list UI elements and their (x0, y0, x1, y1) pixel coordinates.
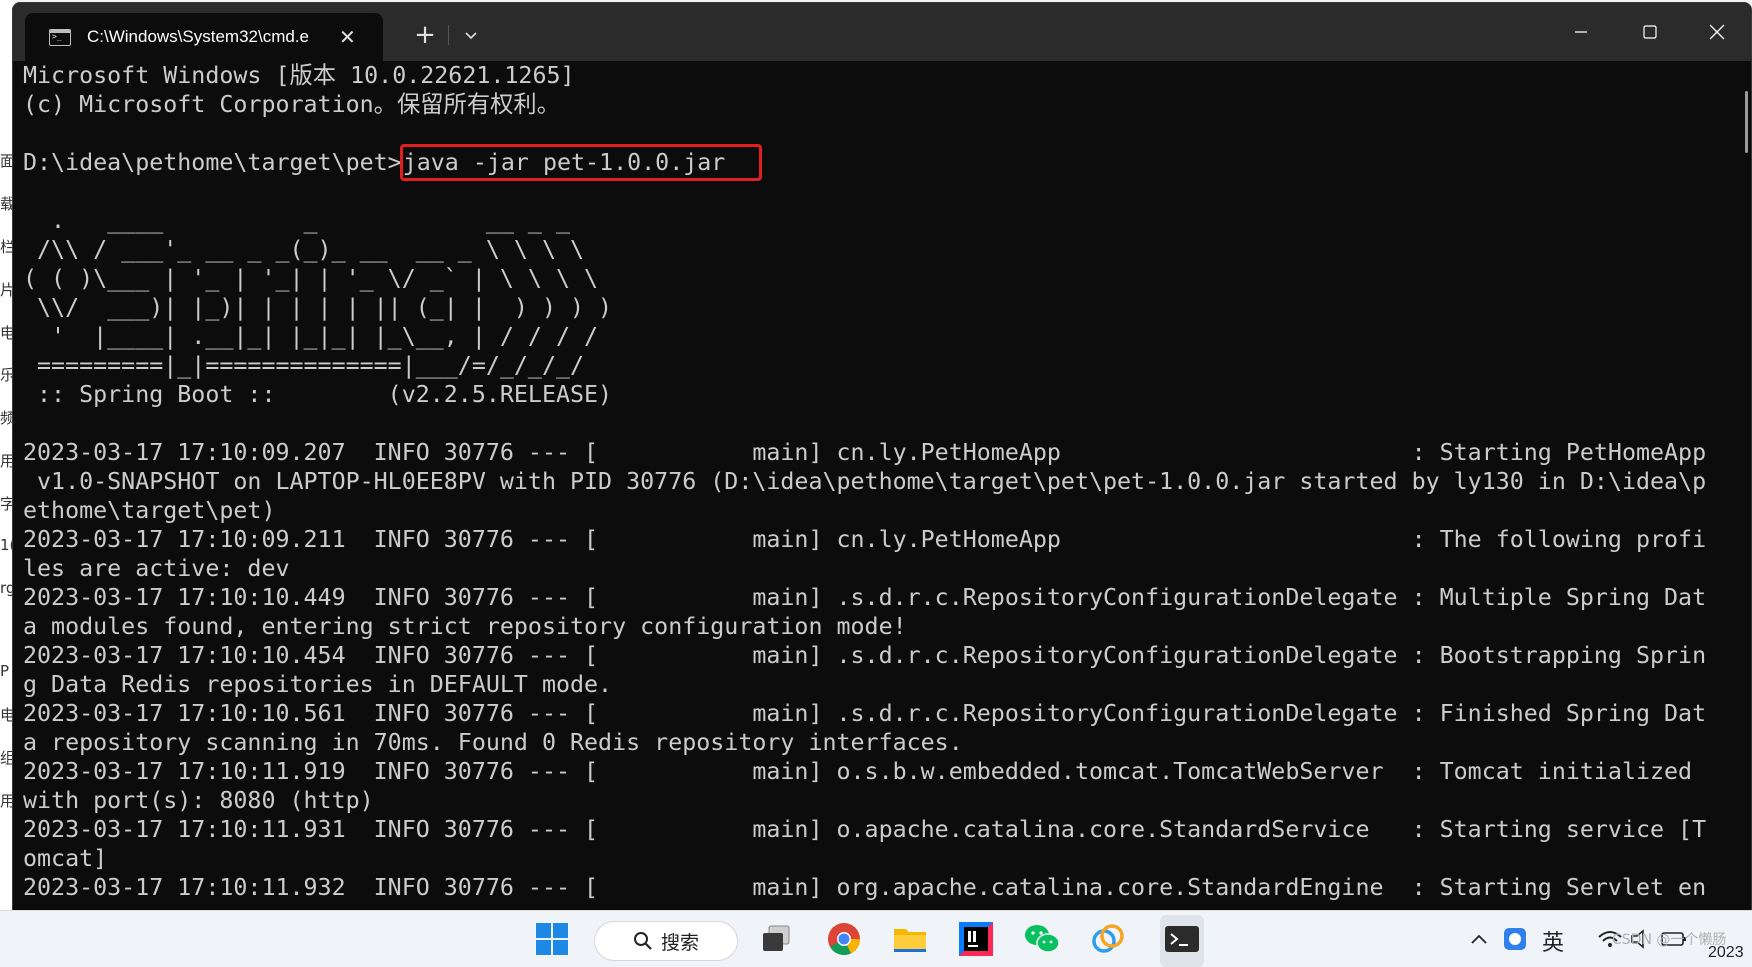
app-taskbar-button[interactable] (1086, 919, 1130, 959)
log-line: a modules found, entering strict reposit… (23, 613, 907, 640)
maximize-button[interactable] (1616, 3, 1684, 61)
terminal-output[interactable]: Microsoft Windows [版本 10.0.22621.1265] (c… (13, 61, 1727, 911)
tab-cmd[interactable]: C:\Windows\System32\cmd.e ✕ (25, 13, 383, 61)
task-view-button[interactable] (754, 919, 798, 959)
log-line: 2023-03-17 17:10:11.931 INFO 30776 --- [… (23, 816, 1707, 843)
banner-line: ' |____| .__|_| |_|_| |_\__, | / / / / (23, 323, 599, 350)
task-view-icon (763, 925, 790, 951)
terminal-icon (1165, 926, 1199, 952)
windows-start-icon (536, 923, 568, 955)
log-line: with port(s): 8080 (http) (23, 787, 374, 814)
banner-line: :: Spring Boot :: (v2.2.5.RELEASE) (23, 381, 613, 408)
log-line: 2023-03-17 17:10:09.207 INFO 30776 --- [… (23, 439, 1707, 466)
file-explorer-button[interactable] (888, 919, 932, 959)
close-icon (1709, 24, 1725, 40)
search-label: 搜索 (660, 931, 699, 954)
log-line: v1.0-SNAPSHOT on LAPTOP-HL0EE8PV with PI… (23, 468, 1707, 495)
terminal-line: (c) Microsoft Corporation。保留所有权利。 (23, 91, 561, 118)
ime-indicator[interactable]: 英 (1542, 925, 1564, 957)
scrollbar-thumb[interactable] (1745, 91, 1748, 153)
show-hidden-icons-button[interactable] (1466, 919, 1492, 959)
log-line: a repository scanning in 70ms. Found 0 R… (23, 729, 963, 756)
command-line: D:\idea\pethome\target\pet>java -jar pet… (23, 144, 1727, 181)
terminal-window[interactable]: C:\Windows\System32\cmd.e ✕ + Microso (12, 2, 1752, 912)
log-line: 2023-03-17 17:10:10.449 INFO 30776 --- [… (23, 584, 1707, 611)
tab-dropdown-button[interactable] (453, 17, 489, 53)
taskbar-search[interactable]: 搜索 (594, 921, 738, 961)
minimize-button[interactable] (1547, 3, 1615, 61)
wechat-button[interactable] (1020, 919, 1064, 959)
new-tab-button[interactable]: + (405, 17, 445, 53)
folder-icon (894, 929, 926, 952)
chrome-taskbar-button[interactable] (822, 919, 866, 959)
wechat-icon (1025, 925, 1060, 953)
tab-title: C:\Windows\System32\cmd.e (87, 27, 310, 46)
taskbar-clock[interactable]: 2023 (1708, 944, 1744, 962)
terminal-text[interactable]: Microsoft Windows [版本 10.0.22621.1265] (c… (13, 61, 1727, 902)
terminal-line: Microsoft Windows [版本 10.0.22621.1265] (23, 62, 575, 89)
search-icon (633, 932, 652, 950)
minimize-icon (1575, 31, 1587, 33)
intellij-button[interactable] (954, 919, 998, 959)
chevron-up-icon (1471, 934, 1487, 944)
scrollbar[interactable] (1727, 61, 1751, 911)
highlighted-command: java -jar pet-1.0.0.jar (399, 144, 763, 181)
log-line: 2023-03-17 17:10:11.932 INFO 30776 --- [… (23, 874, 1707, 901)
tab-divider (448, 25, 449, 45)
close-button[interactable] (1683, 3, 1751, 61)
maximize-icon (1643, 25, 1657, 39)
tab-close-icon[interactable]: ✕ (339, 25, 356, 49)
terminal-taskbar-button[interactable] (1160, 915, 1204, 967)
intellij-icon (959, 922, 993, 956)
title-bar[interactable]: C:\Windows\System32\cmd.e ✕ + (13, 3, 1751, 61)
app-icon (1092, 924, 1124, 953)
log-line: ethome\target\pet) (23, 497, 276, 524)
chrome-icon (828, 923, 860, 955)
banner-line: /\\ / ___'_ __ _ _(_)_ __ __ _ \ \ \ \ (23, 236, 585, 263)
tray-app-button[interactable] (1500, 919, 1530, 959)
banner-line: =========|_|==============|___/=/_/_/_/ (23, 352, 585, 379)
banner-line: \\/ ___)| |_)| | | | | || (_| | ) ) ) ) (23, 294, 613, 321)
log-line: 2023-03-17 17:10:09.211 INFO 30776 --- [… (23, 526, 1707, 553)
banner-line: ( ( )\___ | '_ | '_| | '_ \/ _` | \ \ \ … (23, 265, 599, 292)
prompt: D:\idea\pethome\target\pet> (23, 149, 402, 176)
chevron-down-icon (465, 32, 477, 40)
start-button[interactable] (530, 919, 574, 959)
log-line: 2023-03-17 17:10:11.919 INFO 30776 --- [… (23, 758, 1693, 785)
log-line: les are active: dev (23, 555, 290, 582)
log-line: g Data Redis repositories in DEFAULT mod… (23, 671, 613, 698)
log-line: 2023-03-17 17:10:10.561 INFO 30776 --- [… (23, 700, 1707, 727)
log-line: 2023-03-17 17:10:10.454 INFO 30776 --- [… (23, 642, 1707, 669)
tray-app-icon (1504, 928, 1526, 950)
taskbar: 搜索 英 (0, 910, 1752, 967)
cmd-icon (49, 28, 71, 46)
log-line: omcat] (23, 845, 108, 872)
banner-line: . ____ _ __ _ _ (23, 207, 571, 234)
